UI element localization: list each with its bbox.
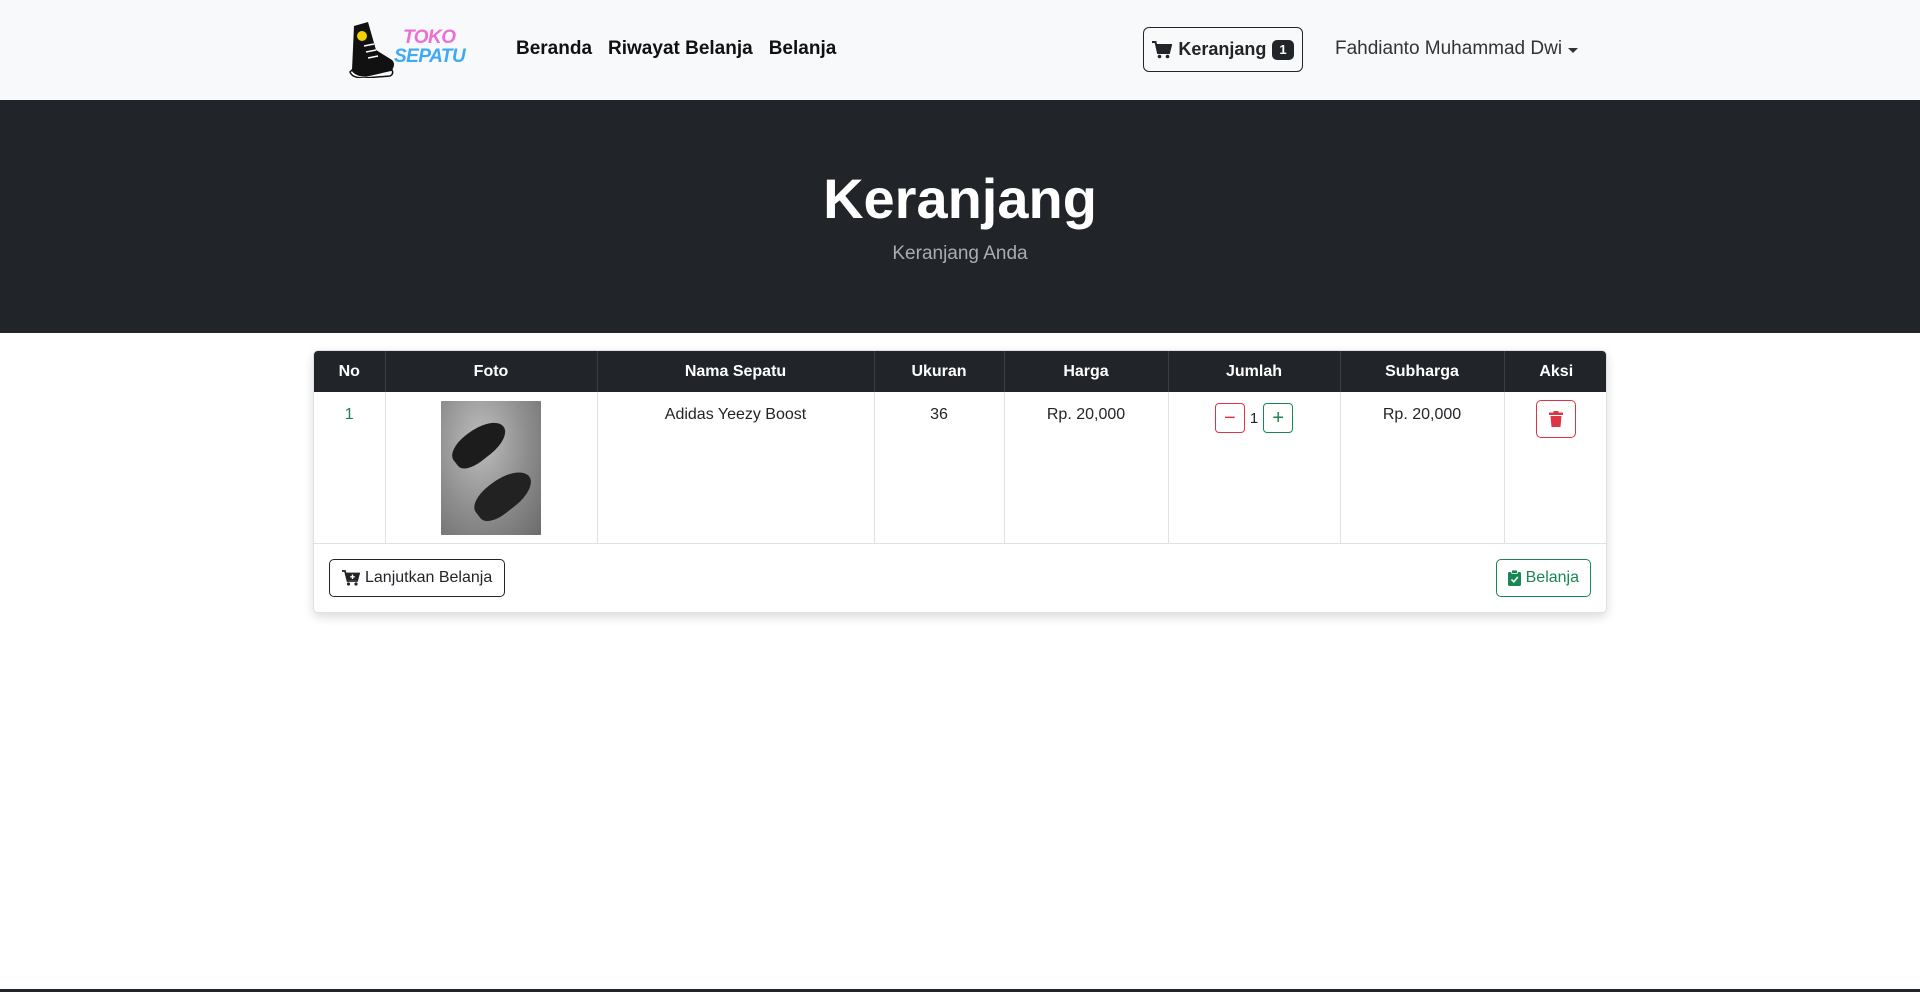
main-nav: Beranda Riwayat Belanja Belanja: [516, 38, 836, 60]
row-action-cell: [1504, 392, 1606, 544]
card-footer: Lanjutkan Belanja Belanja: [314, 544, 1606, 612]
brand-logo[interactable]: TOKO SEPATU: [346, 18, 470, 78]
brand-line-2: SEPATU: [394, 46, 466, 67]
column-header-foto: Foto: [385, 351, 598, 392]
row-shoe-name: Adidas Yeezy Boost: [597, 392, 875, 544]
plus-icon: +: [1272, 407, 1285, 429]
brand-line-1: TOKO: [403, 27, 456, 48]
minus-icon: −: [1223, 407, 1236, 429]
checkout-label: Belanja: [1525, 569, 1579, 586]
column-header-no: No: [314, 351, 386, 392]
column-header-nama-sepatu: Nama Sepatu: [597, 351, 875, 392]
cart-button[interactable]: Keranjang 1: [1143, 27, 1303, 72]
user-name: Fahdianto Muhammad Dwi: [1335, 38, 1563, 59]
user-dropdown[interactable]: Fahdianto Muhammad Dwi: [1335, 38, 1579, 60]
sneaker-logo-icon: [349, 22, 394, 78]
clipboard-check-icon: [1507, 570, 1521, 586]
page-header: Keranjang Keranjang Anda: [0, 100, 1920, 333]
row-size: 36: [874, 392, 1005, 544]
row-price: Rp. 20,000: [1004, 392, 1169, 544]
trash-icon: [1549, 411, 1564, 427]
navbar: TOKO SEPATU Beranda Riwayat Belanja Bela…: [0, 0, 1920, 100]
column-header-aksi: Aksi: [1504, 351, 1606, 392]
nav-link-riwayat-belanja[interactable]: Riwayat Belanja: [608, 38, 753, 60]
cart-card: No Foto Nama Sepatu Ukuran Harga Jumlah …: [313, 350, 1607, 613]
row-subtotal: Rp. 20,000: [1340, 392, 1505, 544]
cart-plus-icon: [342, 570, 360, 586]
row-photo-cell: [385, 392, 598, 544]
column-header-jumlah: Jumlah: [1168, 351, 1341, 392]
row-quantity-cell: − 1 +: [1168, 392, 1341, 544]
table-header-row: No Foto Nama Sepatu Ukuran Harga Jumlah …: [314, 351, 1606, 392]
nav-link-belanja[interactable]: Belanja: [769, 38, 837, 60]
increase-quantity-button[interactable]: +: [1263, 403, 1294, 433]
cart-icon: [1152, 40, 1173, 58]
column-header-harga: Harga: [1004, 351, 1169, 392]
row-number: 1: [314, 392, 386, 544]
page-title: Keranjang: [823, 167, 1097, 230]
chevron-down-icon: [1568, 47, 1579, 53]
table-row: 1 Adidas Yeezy Boost 36 Rp. 20,000 − 1 +…: [314, 392, 1606, 544]
nav-link-beranda[interactable]: Beranda: [516, 38, 592, 60]
cart-count-badge: 1: [1272, 39, 1294, 60]
column-header-ukuran: Ukuran: [874, 351, 1005, 392]
decrease-quantity-button[interactable]: −: [1214, 403, 1245, 433]
column-header-subharga: Subharga: [1340, 351, 1505, 392]
brand-name: TOKO SEPATU: [394, 27, 466, 67]
page-subtitle: Keranjang Anda: [892, 243, 1028, 264]
continue-shopping-button[interactable]: Lanjutkan Belanja: [329, 559, 506, 597]
delete-item-button[interactable]: [1536, 400, 1577, 438]
shoe-photo: [441, 401, 541, 535]
continue-shopping-label: Lanjutkan Belanja: [365, 569, 493, 586]
cart-label: Keranjang: [1178, 39, 1267, 59]
cart-table: No Foto Nama Sepatu Ukuran Harga Jumlah …: [314, 351, 1606, 544]
quantity-stepper: − 1 +: [1169, 403, 1340, 433]
checkout-button[interactable]: Belanja: [1495, 559, 1591, 597]
quantity-value: 1: [1249, 409, 1259, 427]
